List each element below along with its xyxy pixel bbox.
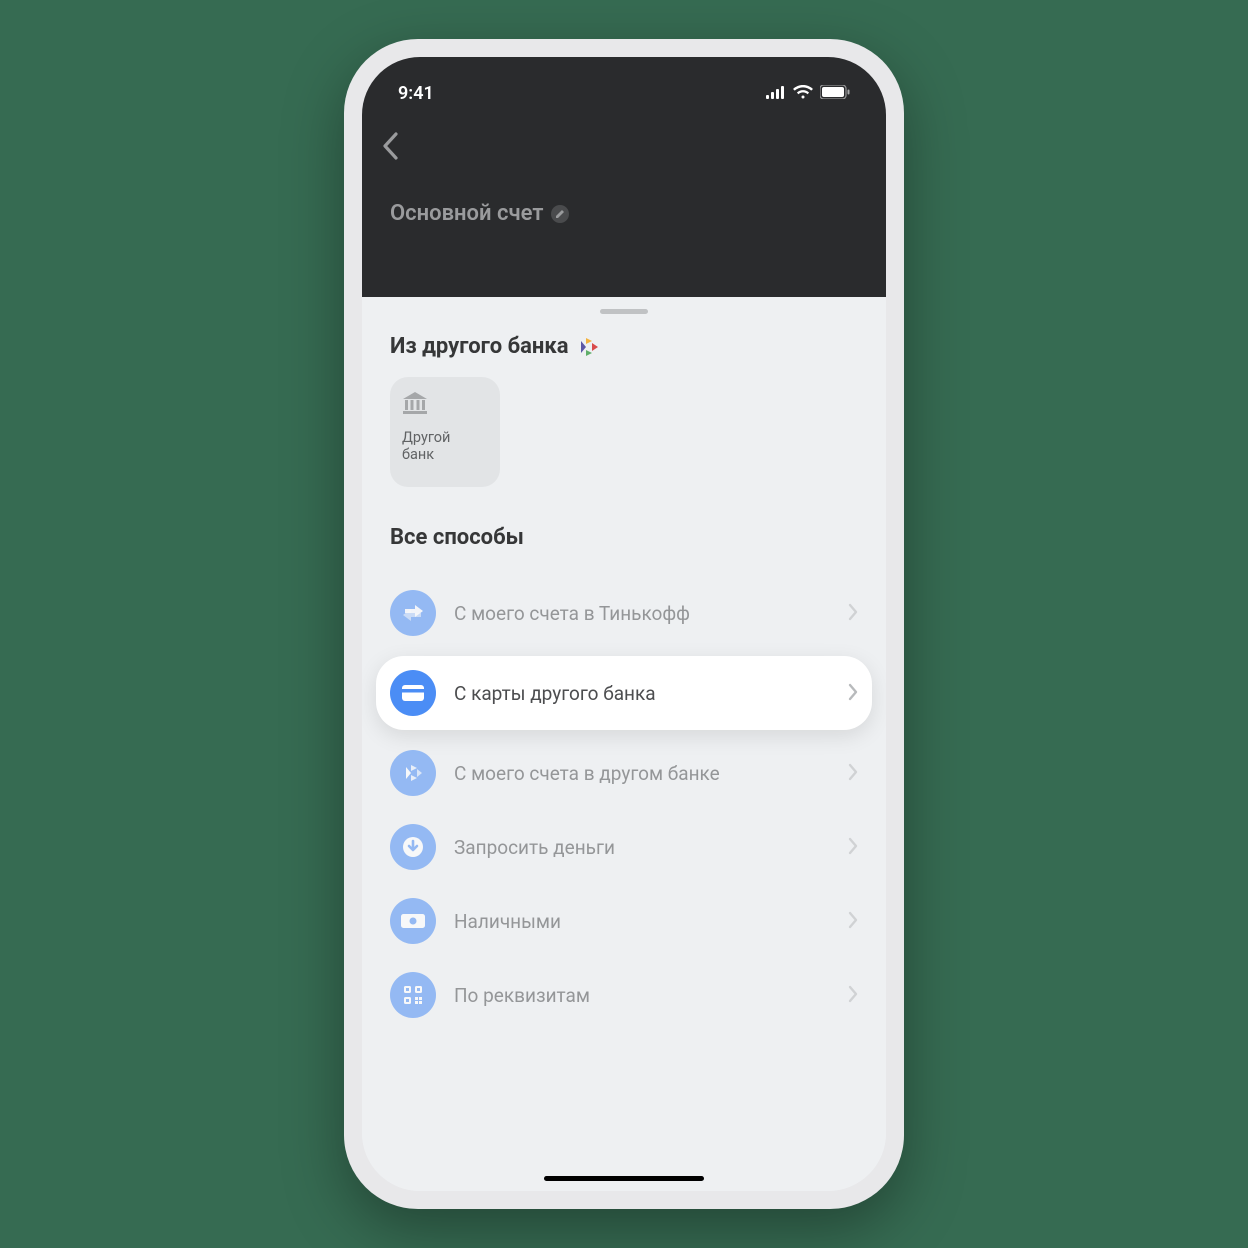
section-from-other-bank: Из другого банка: [362, 320, 886, 377]
header-dark: 9:41 Основно: [362, 57, 886, 297]
other-bank-card[interactable]: Другой банк: [390, 377, 500, 487]
chevron-right-icon: [848, 678, 858, 708]
cash-icon: [390, 898, 436, 944]
all-methods-title: Все способы: [390, 525, 524, 550]
arrows-exchange-icon: [390, 590, 436, 636]
chevron-right-icon: [848, 906, 858, 936]
battery-icon: [820, 84, 850, 103]
nav-bar: [362, 111, 886, 169]
chevron-right-icon: [848, 598, 858, 628]
method-cash[interactable]: Наличными: [362, 884, 886, 958]
method-label: С карты другого банка: [454, 682, 830, 705]
sheet-grabber[interactable]: [600, 309, 648, 314]
method-other-bank-card[interactable]: С карты другого банка: [376, 656, 872, 730]
status-icons: [766, 84, 850, 103]
qr-icon: [390, 972, 436, 1018]
download-icon: [390, 824, 436, 870]
from-other-bank-title: Из другого банка: [390, 334, 569, 359]
method-requisites[interactable]: По реквизитам: [362, 958, 886, 1032]
screen: 9:41 Основно: [362, 57, 886, 1191]
card-icon: [390, 670, 436, 716]
edit-icon[interactable]: [551, 205, 569, 223]
method-label: С моего счета в Тинькофф: [454, 602, 830, 625]
signal-icon: [766, 84, 786, 103]
method-label: С моего счета в другом банке: [454, 762, 830, 785]
wifi-icon: [793, 84, 813, 103]
method-request-money[interactable]: Запросить деньги: [362, 810, 886, 884]
method-label: Запросить деньги: [454, 836, 830, 859]
methods-list: С моего счета в Тинькофф С карты другого…: [362, 568, 886, 1032]
chevron-right-icon: [848, 980, 858, 1010]
status-bar: 9:41: [362, 57, 886, 111]
chevron-right-icon: [848, 832, 858, 862]
other-bank-card-label: Другой банк: [402, 429, 450, 464]
account-title: Основной счет: [390, 201, 543, 226]
section-all-methods: Все способы: [362, 511, 886, 568]
sbp-transfer-icon: [390, 750, 436, 796]
sbp-icon: [579, 337, 601, 357]
phone-frame: 9:41 Основно: [344, 39, 904, 1209]
method-label: Наличными: [454, 910, 830, 933]
home-indicator[interactable]: [544, 1176, 704, 1181]
back-button[interactable]: [382, 129, 398, 169]
bottom-sheet: Из другого банка Другой: [362, 297, 886, 1191]
bank-cards-row: Другой банк: [362, 377, 886, 511]
method-other-bank-account[interactable]: С моего счета в другом банке: [362, 736, 886, 810]
bank-building-icon: [402, 391, 428, 419]
status-time: 9:41: [398, 83, 434, 104]
account-title-row: Основной счет: [362, 169, 886, 226]
method-tinkoff-account[interactable]: С моего счета в Тинькофф: [362, 576, 886, 650]
method-label: По реквизитам: [454, 984, 830, 1007]
chevron-right-icon: [848, 758, 858, 788]
